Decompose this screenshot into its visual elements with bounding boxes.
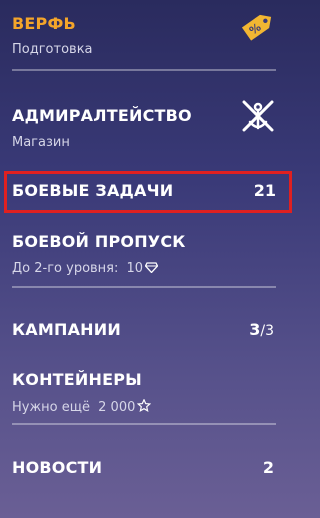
divider [12, 69, 276, 71]
anchor-crossed-icon [238, 96, 278, 140]
combat-missions-count: 21 [253, 181, 276, 200]
divider [12, 286, 276, 288]
battle-pass-sub-value: 10 [126, 261, 144, 276]
containers-sub-prefix: Нужно ещё [12, 400, 91, 415]
menu-item-campaigns[interactable]: КАМПАНИИ [12, 320, 288, 340]
containers-subtitle: Нужно ещё 2 000 [12, 398, 288, 417]
campaigns-count-total: /3 [260, 323, 274, 339]
campaigns-count: 3/3 [249, 320, 274, 339]
side-menu: ВЕРФЬ Подготовка % АДМИРАЛТЕЙСТВО Магази… [0, 0, 300, 518]
battle-pass-title: БОЕВОЙ ПРОПУСК [12, 232, 186, 251]
containers-sub-value: 2 000 [98, 400, 136, 415]
menu-item-containers[interactable]: КОНТЕЙНЕРЫ Нужно ещё 2 000 [12, 370, 288, 417]
battle-pass-subtitle: До 2-го уровня: 10 [12, 261, 288, 278]
divider [12, 423, 276, 425]
diamond-icon [144, 262, 159, 278]
menu-item-combat-missions[interactable]: БОЕВЫЕ ЗАДАЧИ [12, 181, 288, 201]
containers-title: КОНТЕЙНЕРЫ [12, 370, 142, 389]
campaigns-count-main: 3 [249, 320, 261, 339]
combat-missions-title: БОЕВЫЕ ЗАДАЧИ [12, 181, 174, 200]
news-count: 2 [262, 458, 274, 477]
star-icon [137, 398, 152, 417]
menu-item-battle-pass[interactable]: БОЕВОЙ ПРОПУСК До 2-го уровня: 10 [12, 232, 288, 278]
news-title: НОВОСТИ [12, 458, 103, 477]
campaigns-title: КАМПАНИИ [12, 320, 121, 339]
percent-tag-icon: % [238, 6, 278, 50]
menu-item-news[interactable]: НОВОСТИ [12, 458, 288, 478]
battle-pass-sub-prefix: До 2-го уровня: [12, 261, 119, 276]
